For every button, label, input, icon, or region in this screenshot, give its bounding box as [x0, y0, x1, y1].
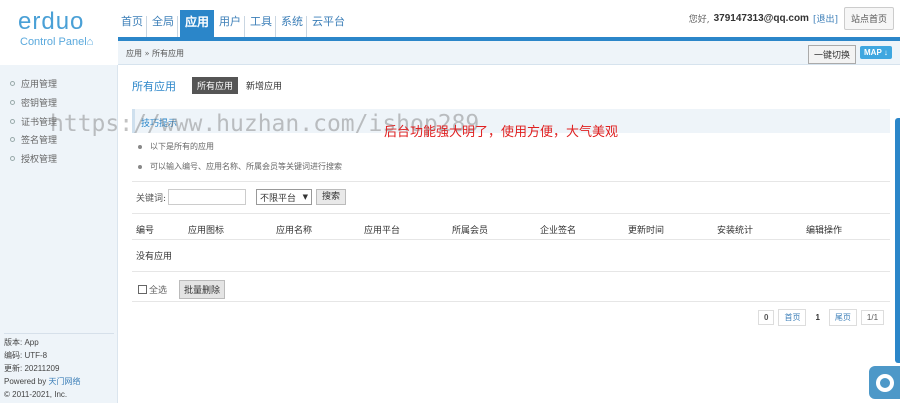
- tab-bar: 所有应用 所有应用 新增应用: [132, 77, 282, 94]
- powered-by-link[interactable]: 天门网络: [48, 377, 80, 386]
- divider: [132, 213, 890, 214]
- nav-item-cloud[interactable]: 云平台: [309, 16, 348, 38]
- page-title: 所有应用: [132, 79, 176, 93]
- encoding-text: 编码: UTF-8: [4, 351, 48, 360]
- page-info: 1/1: [860, 310, 885, 325]
- breadcrumb: 应用 » 所有应用: [126, 49, 184, 58]
- logo-subtitle: Control Panel⌂: [20, 36, 94, 48]
- search-label: 关键词:: [136, 193, 167, 204]
- select-all-checkbox[interactable]: [138, 285, 147, 294]
- copyright-text: © 2011-2021, Inc.: [4, 390, 68, 399]
- version-text: 版本: App: [4, 338, 39, 347]
- bullet-icon: [138, 144, 142, 149]
- first-page-link[interactable]: 首页: [778, 309, 807, 326]
- sidebar-item-label: 密钥管理: [21, 99, 58, 109]
- nav-item-tools[interactable]: 工具: [247, 16, 277, 38]
- map-button[interactable]: MAP ↓: [860, 46, 892, 59]
- column-header: 应用名称: [276, 226, 313, 236]
- last-page-link[interactable]: 尾页: [828, 309, 857, 326]
- current-page: 1: [810, 311, 825, 324]
- column-header: 编辑操作: [806, 226, 843, 236]
- bullet-icon: [10, 100, 15, 105]
- updated-text: 更新: 20211209: [4, 364, 60, 373]
- customer-service-button[interactable]: [869, 366, 900, 399]
- sidebar-item-auth-management[interactable]: 授权管理: [10, 152, 57, 165]
- user-info: 您好, 379147313@qq.com [退出] 站点首页: [689, 7, 894, 30]
- top-navigation: 首页 全局 应用 用户 工具 系统 云平台: [118, 0, 350, 38]
- nav-item-system[interactable]: 系统: [278, 16, 308, 38]
- logo-brand: erduo: [18, 8, 85, 35]
- column-header: 应用平台: [364, 226, 401, 236]
- bullet-icon: [10, 81, 15, 86]
- table-header: 编号 应用图标 应用名称 应用平台 所属会员 企业签名 更新时间 安装统计 编辑…: [136, 223, 890, 236]
- sidebar-item-label: 应用管理: [21, 80, 58, 90]
- user-avatar-icon: [875, 373, 894, 392]
- tab-new-app[interactable]: 新增应用: [246, 79, 282, 92]
- sidebar-item-label: 授权管理: [21, 155, 58, 165]
- logout-link[interactable]: [退出]: [813, 12, 838, 25]
- column-header: 编号: [136, 226, 155, 236]
- side-tab-handle[interactable]: [895, 118, 900, 363]
- sub-toolbar: 应用 » 所有应用 一键切换 MAP ↓: [118, 41, 900, 65]
- sidebar-footer: 版本: App 编码: UTF-8 更新: 20211209 Powered b…: [4, 333, 114, 401]
- column-header: 所属会员: [452, 226, 489, 236]
- bullet-icon: [10, 119, 15, 124]
- tab-all-apps[interactable]: 所有应用: [192, 77, 239, 94]
- site-home-button[interactable]: 站点首页: [843, 7, 894, 30]
- tip-line: 可以输入编号、应用名称、所属会员等关键词进行搜索: [138, 161, 342, 172]
- divider: [132, 239, 890, 240]
- column-header: 安装统计: [717, 226, 754, 236]
- top-header: erduo Control Panel⌂ 首页 全局 应用 用户 工具 系统 云…: [0, 0, 900, 48]
- promo-text: 后台功能强大明了，使用方便，大气美观: [384, 125, 619, 140]
- total-count: 0: [758, 310, 775, 325]
- divider: [132, 271, 890, 272]
- batch-delete-button[interactable]: 批量删除: [179, 280, 226, 299]
- column-header: 应用图标: [188, 226, 225, 236]
- nav-item-home[interactable]: 首页: [118, 16, 147, 38]
- search-input[interactable]: [168, 189, 247, 205]
- nav-item-users[interactable]: 用户: [216, 16, 246, 38]
- logo[interactable]: erduo Control Panel⌂: [0, 0, 117, 52]
- sidebar-item-key-management[interactable]: 密钥管理: [10, 96, 57, 109]
- powered-by: Powered by 天门网络: [4, 377, 81, 386]
- pagination: 0 首页 1 尾页 1/1: [754, 309, 885, 326]
- nav-item-global[interactable]: 全局: [149, 16, 178, 38]
- bullet-icon: [138, 164, 142, 169]
- search-button[interactable]: 搜索: [316, 189, 347, 205]
- nav-item-apps[interactable]: 应用: [180, 10, 215, 38]
- divider: [132, 181, 890, 182]
- empty-state-text: 没有应用: [136, 252, 173, 262]
- chevron-down-icon: ▼: [302, 193, 309, 201]
- sidebar-item-app-management[interactable]: 应用管理: [10, 77, 57, 90]
- batch-actions: 全选 批量删除: [138, 280, 226, 299]
- quick-switch-button[interactable]: 一键切换: [808, 45, 857, 64]
- greeting-text: 您好,: [688, 15, 710, 25]
- bullet-icon: [10, 137, 15, 142]
- home-icon: ⌂: [86, 36, 94, 48]
- platform-select[interactable]: 不限平台 ▼: [256, 189, 313, 205]
- search-bar: 关键词: 不限平台 ▼ 搜索: [136, 189, 347, 205]
- tip-line: 以下是所有的应用: [138, 141, 214, 152]
- column-header: 更新时间: [628, 226, 665, 236]
- main-content: 所有应用 所有应用 新增应用 技巧提示 以下是所有的应用 可以输入编号、应用名称…: [50, 65, 900, 403]
- user-email: 379147313@qq.com: [713, 13, 809, 24]
- bullet-icon: [10, 156, 15, 161]
- divider: [132, 301, 890, 302]
- select-all-label[interactable]: 全选: [149, 283, 167, 296]
- column-header: 企业签名: [540, 226, 577, 236]
